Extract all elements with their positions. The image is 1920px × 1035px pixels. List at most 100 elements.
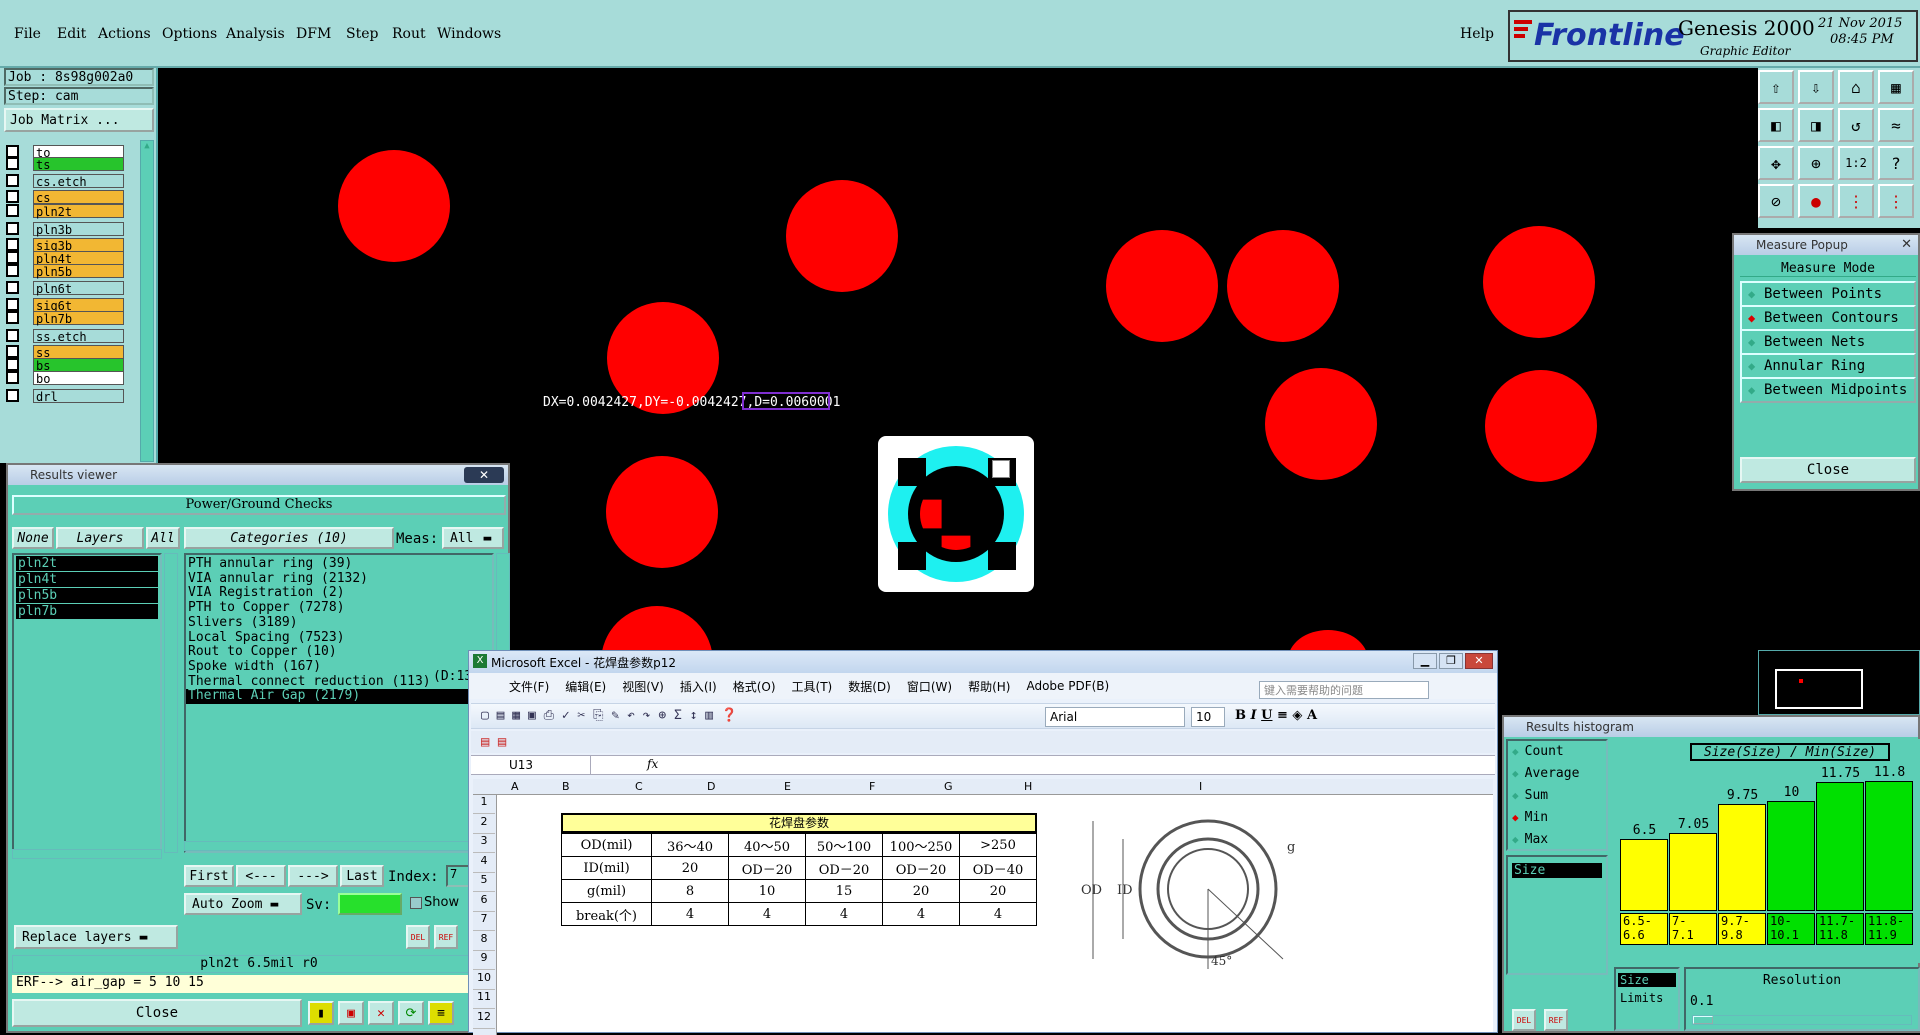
results-viewer-titlebar[interactable]: Results viewer ✕ xyxy=(8,465,508,485)
menu-analysis[interactable]: Analysis xyxy=(226,26,285,42)
menu-rout[interactable]: Rout xyxy=(392,26,426,42)
column-header[interactable]: C xyxy=(635,780,643,793)
histogram-category[interactable]: 11.8- 11.9 xyxy=(1865,913,1913,945)
zoom-icon[interactable]: ⊕ xyxy=(1798,146,1834,180)
excel-titlebar[interactable]: X Microsoft Excel - 花焊盘参数p12 ▁ ❐ ✕ xyxy=(469,651,1497,673)
excel-menu-item[interactable]: 文件(F) xyxy=(509,678,549,695)
menu-file[interactable]: File xyxy=(14,26,41,42)
table-cell[interactable]: 20 xyxy=(959,879,1037,903)
home-icon[interactable]: ⌂ xyxy=(1838,70,1874,104)
ref-button[interactable]: REF xyxy=(434,925,458,949)
job-matrix-button[interactable]: Job Matrix ... xyxy=(4,108,154,132)
auto-zoom-select[interactable]: Auto Zoom ▬ xyxy=(184,893,302,915)
histogram-category[interactable]: 7- 7.1 xyxy=(1669,913,1717,945)
save-icon[interactable]: ⇧ xyxy=(1758,70,1794,104)
help-search-input[interactable]: 键入需要帮助的问题 xyxy=(1259,681,1429,699)
table-cell[interactable]: 4 xyxy=(959,902,1037,926)
histogram-category[interactable]: 6.5- 6.6 xyxy=(1620,913,1668,945)
refresh-icon[interactable]: ⟳ xyxy=(398,1001,424,1025)
tool-icon[interactable]: ▮ xyxy=(308,1001,334,1025)
histogram-category[interactable]: 11.7- 11.8 xyxy=(1816,913,1864,945)
undo-icon[interactable]: ↺ xyxy=(1838,108,1874,142)
histogram-mode[interactable]: ◆ Average xyxy=(1508,763,1606,785)
layer-name[interactable]: pln5b xyxy=(33,263,124,279)
table-cell[interactable]: 4 xyxy=(728,902,806,926)
layer-checkbox[interactable] xyxy=(6,204,19,217)
close-icon[interactable]: ✕ xyxy=(464,467,504,483)
histogram-mode[interactable]: ◆ Count xyxy=(1508,741,1606,763)
table-cell[interactable]: 20 xyxy=(651,856,729,880)
layer-row-cs.etch[interactable]: cs.etch xyxy=(6,173,124,189)
help-icon[interactable]: ? xyxy=(1878,146,1914,180)
layer-row-bo[interactable]: bo xyxy=(6,370,124,386)
layer-checkbox[interactable] xyxy=(6,222,19,235)
table-cell[interactable]: >250 xyxy=(959,833,1037,857)
layer-name[interactable]: drl xyxy=(33,388,124,404)
snap-icon[interactable]: ≈ xyxy=(1878,108,1914,142)
size-field[interactable]: Size xyxy=(1512,863,1602,878)
layer-hscroll[interactable] xyxy=(12,849,162,859)
histogram-mode[interactable]: ◆ Max xyxy=(1508,829,1606,851)
move-right-icon[interactable]: ◨ xyxy=(1798,108,1834,142)
row-header[interactable]: 6 xyxy=(473,893,495,912)
layer-name[interactable]: ts xyxy=(33,156,124,172)
column-header[interactable]: F xyxy=(869,780,875,793)
table-cell[interactable]: 50～100 xyxy=(805,833,883,857)
row-header[interactable]: 12 xyxy=(473,1010,495,1029)
layer-row-cs[interactable]: cs xyxy=(6,189,124,205)
category-item[interactable]: Local Spacing (7523) xyxy=(186,630,492,646)
layer-checkbox[interactable] xyxy=(6,281,19,294)
column-header[interactable]: B xyxy=(562,780,570,793)
menu-step[interactable]: Step xyxy=(346,26,378,42)
layer-name[interactable]: pln2t xyxy=(33,203,124,219)
none-button[interactable]: None xyxy=(12,527,54,549)
histogram-bar[interactable] xyxy=(1816,781,1864,911)
table-cell[interactable]: OD－40 xyxy=(959,856,1037,880)
mini-map[interactable] xyxy=(1758,650,1920,715)
layer-checkbox[interactable] xyxy=(6,311,19,324)
ref-button[interactable]: REF xyxy=(1544,1009,1568,1031)
table-cell[interactable]: 4 xyxy=(651,902,729,926)
excel-menu-item[interactable]: Adobe PDF(B) xyxy=(1026,679,1109,693)
layer-row-pln3b[interactable]: pln3b xyxy=(6,221,124,237)
clear-icon[interactable]: ✕ xyxy=(368,1001,394,1025)
histogram-titlebar[interactable]: Results histogram xyxy=(1504,717,1918,737)
column-header[interactable]: H xyxy=(1024,780,1032,793)
measure-icon[interactable]: ⊘ xyxy=(1758,184,1794,218)
results-layer-item[interactable]: pln5b xyxy=(16,588,158,603)
table-cell[interactable]: 20 xyxy=(882,879,960,903)
layer-row-ts[interactable]: ts xyxy=(6,156,124,172)
excel-menu-item[interactable]: 视图(V) xyxy=(622,678,664,695)
menu-actions[interactable]: Actions xyxy=(98,26,151,42)
table-cell[interactable]: OD(mil) xyxy=(561,833,652,857)
size-select[interactable]: 10 xyxy=(1191,707,1225,727)
histogram-mode[interactable]: ◆ Min xyxy=(1508,807,1606,829)
table-cell[interactable]: g(mil) xyxy=(561,879,652,903)
del-button[interactable]: DEL xyxy=(1512,1009,1536,1031)
resolution-slider[interactable] xyxy=(1692,1015,1912,1025)
row-header[interactable]: 7 xyxy=(473,912,495,931)
row-header[interactable]: 4 xyxy=(473,854,495,873)
layers-button[interactable]: Layers xyxy=(56,527,144,549)
table-cell[interactable]: 10 xyxy=(728,879,806,903)
menu-options[interactable]: Options xyxy=(162,26,217,42)
category-item[interactable]: VIA annular ring (2132) xyxy=(186,571,492,587)
all-button[interactable]: All xyxy=(146,527,180,549)
column-header[interactable]: I xyxy=(1199,780,1202,793)
row-header[interactable]: 5 xyxy=(473,873,495,892)
first-button[interactable]: First xyxy=(184,865,234,887)
next-button[interactable]: ---> xyxy=(288,865,338,887)
font-select[interactable]: Arial xyxy=(1045,707,1185,727)
table-cell[interactable]: break(个) xyxy=(561,902,652,926)
results-layer-item[interactable]: pln7b xyxy=(16,604,158,619)
move-left-icon[interactable]: ◧ xyxy=(1758,108,1794,142)
show-checkbox[interactable] xyxy=(410,897,422,909)
category-item[interactable]: PTH annular ring (39) xyxy=(186,556,492,572)
column-header[interactable]: E xyxy=(784,780,791,793)
sv-select[interactable] xyxy=(338,893,402,915)
layer-name[interactable]: pln6t xyxy=(33,280,124,296)
layer-checkbox[interactable] xyxy=(6,329,19,342)
table-cell[interactable]: 40～50 xyxy=(728,833,806,857)
layer-checkbox[interactable] xyxy=(6,264,19,277)
histogram-bar[interactable] xyxy=(1865,781,1913,911)
